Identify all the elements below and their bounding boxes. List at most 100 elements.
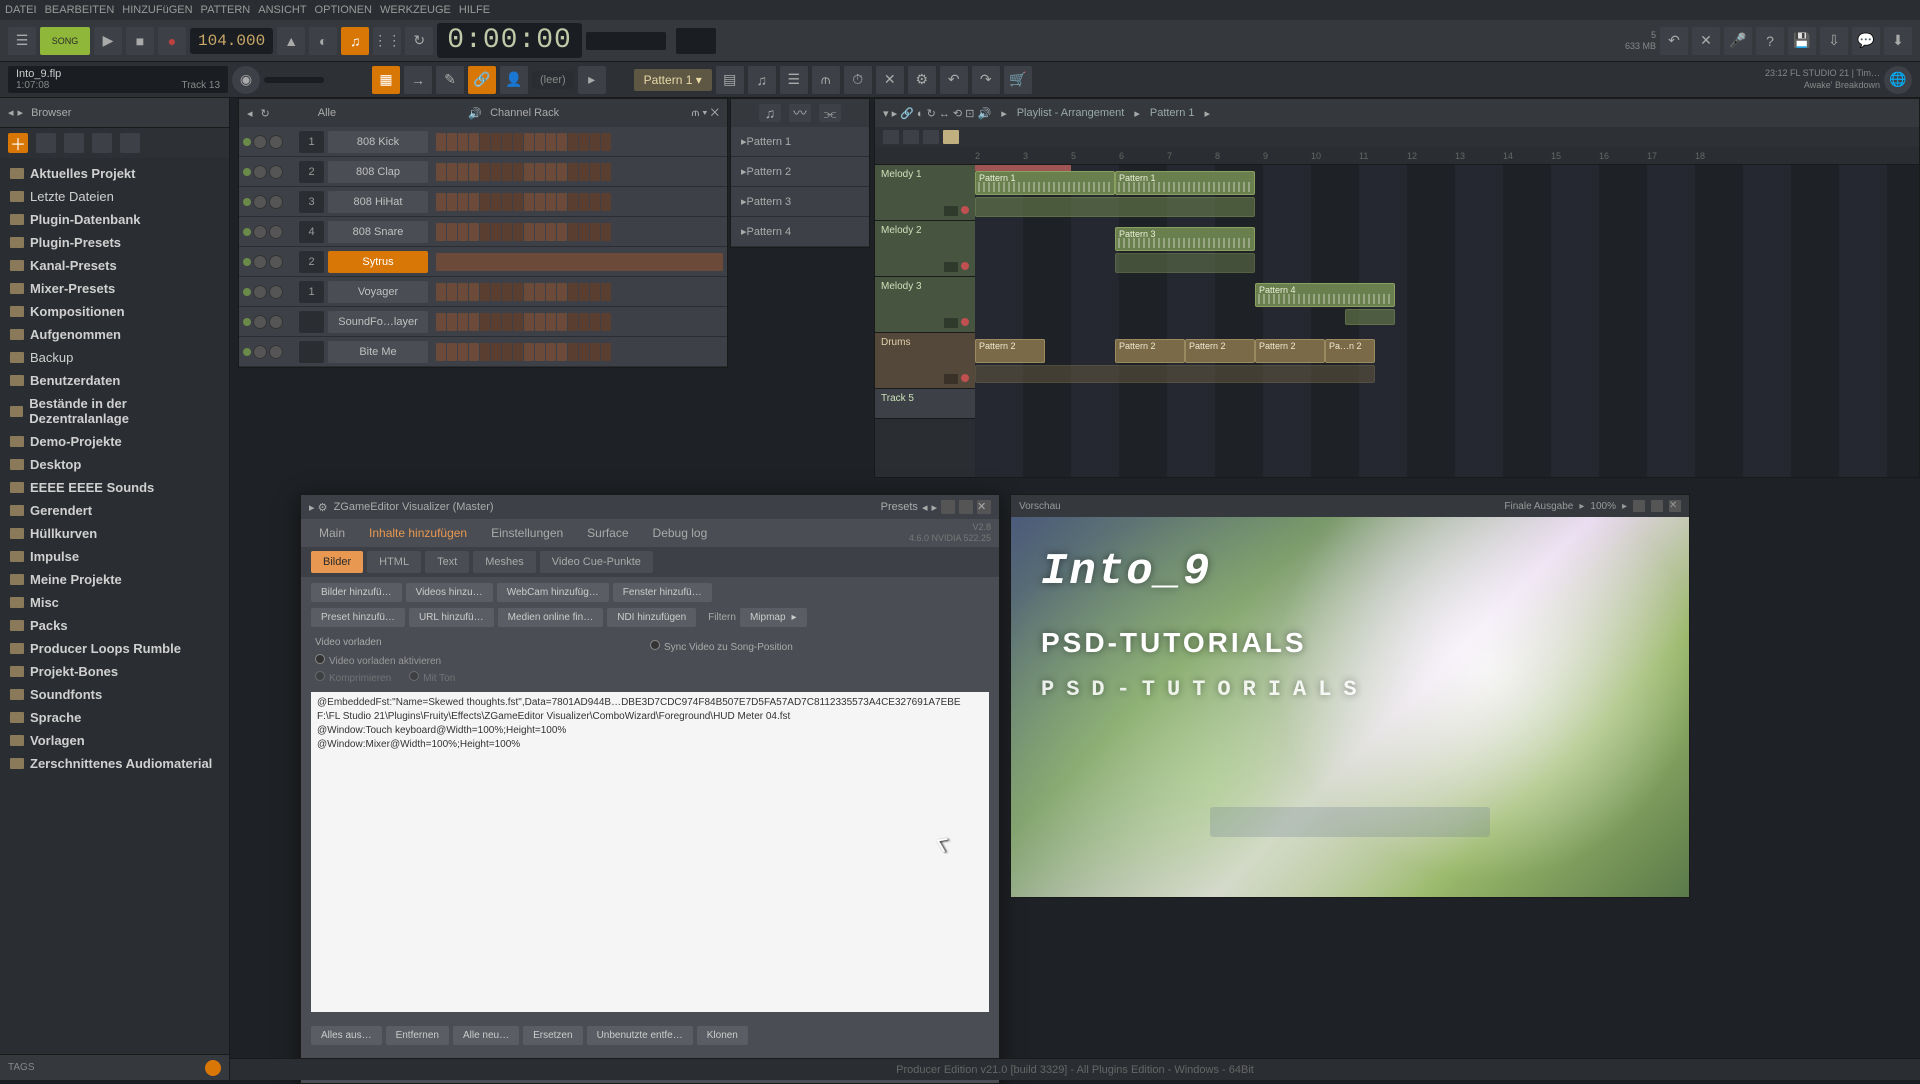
metronome-icon[interactable]: ▲ xyxy=(277,27,305,55)
vol-knob[interactable] xyxy=(269,225,283,239)
tree-item[interactable]: EEEE EEEE Sounds xyxy=(0,476,229,499)
channel-led[interactable] xyxy=(243,318,251,326)
step[interactable] xyxy=(480,343,490,361)
tree-item[interactable]: Kanal-Presets xyxy=(0,254,229,277)
step[interactable] xyxy=(535,223,545,241)
preview-max-icon[interactable] xyxy=(1651,500,1663,512)
channel-rack-header[interactable]: ◂↻ Alle 🔊 Channel Rack ⫙ ▾ ✕ xyxy=(239,99,727,127)
track-header[interactable]: Drums xyxy=(875,333,975,389)
mixer-btn[interactable]: ⫙ xyxy=(812,66,840,94)
step[interactable] xyxy=(546,223,556,241)
tree-item[interactable]: Mixer-Presets xyxy=(0,277,229,300)
channel-name[interactable]: Sytrus xyxy=(328,251,428,273)
menu-edit[interactable]: BEARBEITEN xyxy=(45,4,115,16)
zoom-value[interactable]: 100% xyxy=(1590,501,1616,512)
step[interactable] xyxy=(513,163,523,181)
step[interactable] xyxy=(524,343,534,361)
pan-knob[interactable] xyxy=(253,345,267,359)
channel-led[interactable] xyxy=(243,258,251,266)
pattern-button[interactable]: ▦ xyxy=(372,66,400,94)
undo-icon[interactable]: ↶ xyxy=(1660,27,1688,55)
step[interactable] xyxy=(513,343,523,361)
step[interactable] xyxy=(447,133,457,151)
subtab-meshes[interactable]: Meshes xyxy=(473,551,536,573)
step[interactable] xyxy=(513,223,523,241)
menu-file[interactable]: DATEI xyxy=(5,4,37,16)
tree-item[interactable]: Impulse xyxy=(0,545,229,568)
tree-item[interactable]: Letzte Dateien xyxy=(0,185,229,208)
step[interactable] xyxy=(568,283,578,301)
mipmap-select[interactable]: Mipmap ▸ xyxy=(740,608,807,627)
menu-pattern[interactable]: PATTERN xyxy=(201,4,251,16)
step[interactable] xyxy=(491,313,501,331)
vol-knob[interactable] xyxy=(269,195,283,209)
loop-icon[interactable]: ↻ xyxy=(405,27,433,55)
clip[interactable]: Pattern 4 xyxy=(1255,283,1395,307)
step[interactable] xyxy=(579,343,589,361)
tab-add-content[interactable]: Inhalte hinzufügen xyxy=(359,522,477,544)
step[interactable] xyxy=(546,313,556,331)
step[interactable] xyxy=(502,283,512,301)
remove-button[interactable]: Entfernen xyxy=(386,1026,449,1045)
tree-item[interactable]: Backup xyxy=(0,346,229,369)
playlist-ruler[interactable]: 23 56 78 910 1112 1314 1516 1718 xyxy=(875,147,1919,165)
download-icon[interactable]: ⬇ xyxy=(1884,27,1912,55)
song-mode-button[interactable]: SONG xyxy=(40,27,90,55)
preset-prev-icon[interactable]: ◂ xyxy=(922,501,928,514)
step[interactable] xyxy=(447,193,457,211)
step[interactable] xyxy=(590,193,600,211)
tree-item[interactable]: Aktuelles Projekt xyxy=(0,162,229,185)
vol-knob[interactable] xyxy=(269,345,283,359)
channel-number[interactable]: 3 xyxy=(299,191,324,213)
preview-expand-icon[interactable] xyxy=(1633,500,1645,512)
step[interactable] xyxy=(458,193,468,211)
step[interactable] xyxy=(502,223,512,241)
step[interactable] xyxy=(436,163,446,181)
step[interactable] xyxy=(590,313,600,331)
plugin-btn[interactable]: ⚙ xyxy=(908,66,936,94)
snap-select[interactable]: (leer) xyxy=(532,71,574,89)
clip[interactable]: Pattern 2 xyxy=(1115,339,1185,363)
cart-icon[interactable]: 🛒 xyxy=(1004,66,1032,94)
clip[interactable] xyxy=(975,365,1375,383)
step[interactable] xyxy=(601,313,611,331)
channel-number[interactable] xyxy=(299,311,324,333)
pp-wave-icon[interactable]: 〰 xyxy=(789,104,811,122)
channel-name[interactable]: 808 HiHat xyxy=(328,191,428,213)
pp-auto-icon[interactable]: ⫘ xyxy=(819,104,841,122)
withsound-radio[interactable]: Mit Ton xyxy=(409,671,455,684)
pl-tool-icon[interactable] xyxy=(943,130,959,144)
step[interactable] xyxy=(601,343,611,361)
tree-item[interactable]: Meine Projekte xyxy=(0,568,229,591)
channel-number[interactable]: 1 xyxy=(299,281,324,303)
vol-knob[interactable] xyxy=(269,255,283,269)
tree-item[interactable]: Desktop xyxy=(0,453,229,476)
browser-star-icon[interactable] xyxy=(120,133,140,153)
pattern-item[interactable]: ▸ Pattern 2 xyxy=(731,157,869,187)
menu-view[interactable]: ANSICHT xyxy=(258,4,306,16)
visualizer-icon[interactable]: 👤 xyxy=(500,66,528,94)
track-header[interactable]: Track 5 xyxy=(875,389,975,419)
step[interactable] xyxy=(601,223,611,241)
clip[interactable]: Pattern 2 xyxy=(975,339,1045,363)
playlist-title[interactable]: Playlist - Arrangement xyxy=(1017,107,1125,119)
step[interactable] xyxy=(458,223,468,241)
step[interactable] xyxy=(502,193,512,211)
channel-automation[interactable] xyxy=(436,253,723,271)
pattern-selector[interactable]: Pattern 1 ▾ xyxy=(634,69,712,91)
step[interactable] xyxy=(513,283,523,301)
countdown-icon[interactable]: ◐ xyxy=(309,27,337,55)
step[interactable] xyxy=(579,313,589,331)
pan-knob[interactable] xyxy=(253,255,267,269)
preview-titlebar[interactable]: Vorschau Finale Ausgabe ▸ 100% ▸ ✕ xyxy=(1011,495,1689,517)
add-videos-button[interactable]: Videos hinzu… xyxy=(406,583,493,602)
step[interactable] xyxy=(524,283,534,301)
subtab-text[interactable]: Text xyxy=(425,551,469,573)
vol-knob[interactable] xyxy=(269,285,283,299)
channel-row[interactable]: 4 808 Snare xyxy=(239,217,727,247)
step[interactable] xyxy=(524,133,534,151)
step[interactable] xyxy=(557,133,567,151)
replace-button[interactable]: Ersetzen xyxy=(523,1026,582,1045)
piano-roll-btn[interactable]: ♫ xyxy=(748,66,776,94)
step[interactable] xyxy=(524,223,534,241)
